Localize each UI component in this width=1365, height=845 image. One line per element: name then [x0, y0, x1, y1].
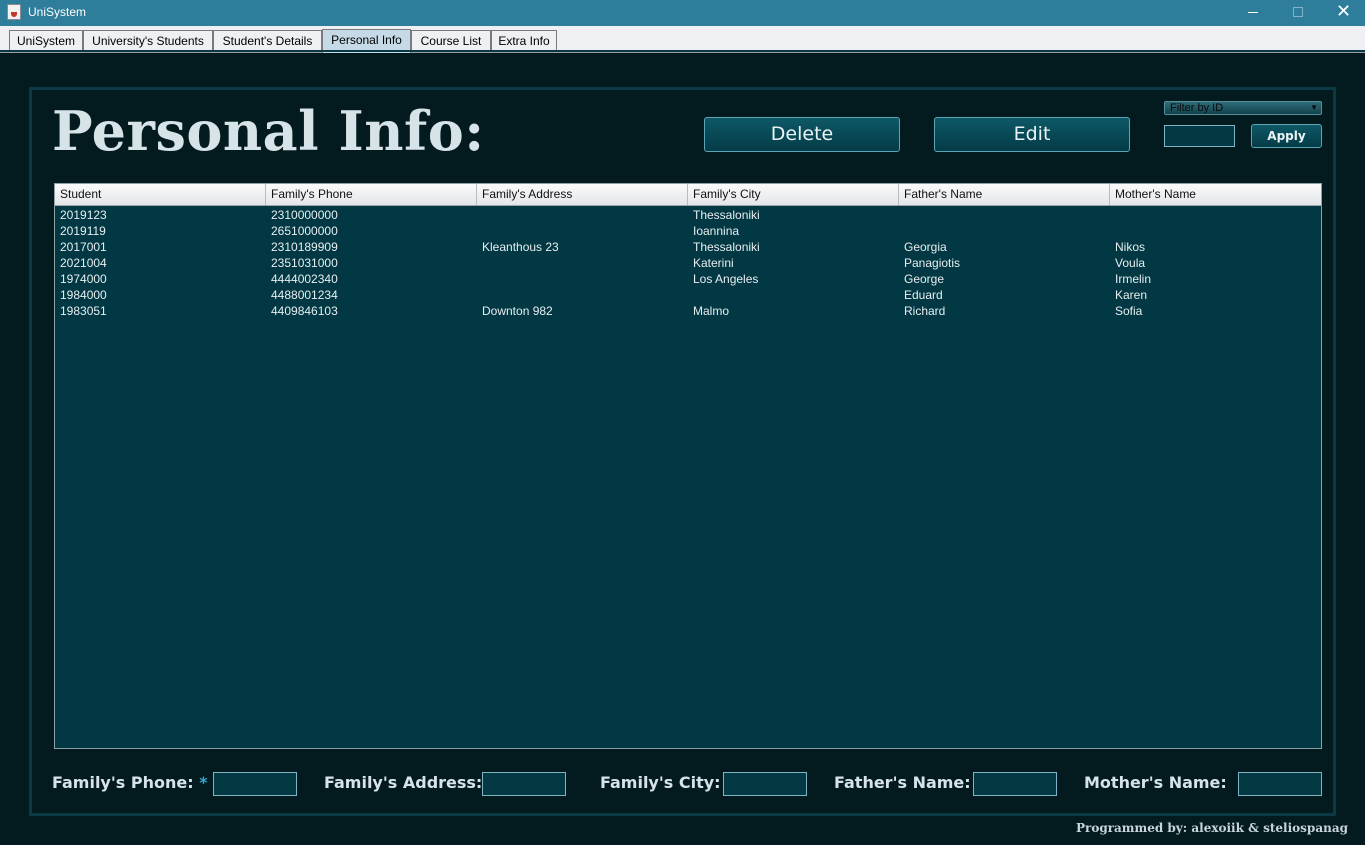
required-mark: *	[199, 773, 208, 792]
family-phone-label-text: Family's Phone:	[52, 773, 194, 792]
edit-button[interactable]: Edit	[934, 117, 1130, 152]
table-cell: Ioannina	[693, 224, 740, 238]
table-cell: Malmo	[693, 304, 730, 318]
chevron-down-icon: ▼	[1310, 103, 1318, 112]
table-row[interactable]: 2017001 2310189909 Kleanthous 23 Thessaloni…	[55, 239, 1321, 255]
tab-unisystem[interactable]: UniSystem	[9, 30, 83, 52]
filter-dropdown-label: Filter by ID	[1170, 102, 1224, 114]
family-city-label: Family's City:	[600, 773, 721, 792]
table-cell: 2310000000	[271, 208, 338, 222]
filter-id-input[interactable]	[1164, 125, 1235, 147]
table-header: Student Family's Phone Family's Address …	[55, 184, 1321, 206]
table-cell: Panagiotis	[904, 256, 961, 270]
table-cell: 2351031000	[271, 256, 338, 270]
personal-info-table[interactable]: Student Family's Phone Family's Address …	[54, 183, 1322, 749]
table-cell: Richard	[904, 304, 946, 318]
table-row[interactable]: 1983051 4409846103 Downton 982 Malmo Richard…	[55, 303, 1321, 319]
table-cell	[1110, 207, 1321, 223]
table-cell: Downton 982	[482, 304, 553, 318]
table-cell	[477, 255, 688, 271]
table-cell	[899, 223, 1110, 239]
table-cell: 1984000	[60, 288, 107, 302]
column-header-family-phone[interactable]: Family's Phone	[266, 184, 477, 205]
table-cell: Los Angeles	[693, 272, 759, 286]
table-row[interactable]: 1974000 4444002340 Los Angeles George Irmeli…	[55, 271, 1321, 287]
mother-name-label: Mother's Name:	[1084, 773, 1227, 792]
table-cell: 2651000000	[271, 224, 338, 238]
tab-strip: UniSystem University's Students Student'…	[0, 26, 1365, 53]
table-cell	[477, 223, 688, 239]
table-row[interactable]: 2019123 2310000000 Thessaloniki	[55, 207, 1321, 223]
family-address-field[interactable]	[482, 772, 566, 796]
table-cell: Kleanthous 23	[482, 240, 559, 254]
table-cell: 4488001234	[271, 288, 338, 302]
column-header-family-address[interactable]: Family's Address	[477, 184, 688, 205]
tab-extra-info[interactable]: Extra Info	[491, 30, 557, 52]
window-title-bar: UniSystem ✕	[0, 0, 1365, 26]
table-cell: 1974000	[60, 272, 107, 286]
family-phone-label: Family's Phone: *	[52, 772, 208, 794]
table-cell: Voula	[1115, 256, 1146, 270]
table-cell: 2019123	[60, 208, 107, 222]
tab-divider	[0, 50, 1365, 52]
close-icon[interactable]: ✕	[1322, 0, 1365, 26]
table-cell: 4444002340	[271, 272, 338, 286]
table-cell: Nikos	[1115, 240, 1146, 254]
page-title: Personal Info:	[52, 99, 485, 163]
minimize-button[interactable]	[1230, 0, 1276, 26]
table-cell	[688, 287, 899, 303]
table-cell	[1110, 223, 1321, 239]
table-cell: Irmelin	[1115, 272, 1152, 286]
table-cell: Sofia	[1115, 304, 1143, 318]
table-cell: Thessaloniki	[693, 240, 760, 254]
delete-button[interactable]: Delete	[704, 117, 900, 152]
java-cup-icon	[7, 4, 21, 20]
table-cell: 1983051	[60, 304, 107, 318]
apply-button[interactable]: Apply	[1251, 124, 1322, 148]
father-name-field[interactable]	[973, 772, 1057, 796]
table-cell: Thessaloniki	[693, 208, 760, 222]
column-header-student[interactable]: Student	[55, 184, 266, 205]
table-cell: Georgia	[904, 240, 947, 254]
column-header-family-city[interactable]: Family's City	[688, 184, 899, 205]
family-city-field[interactable]	[723, 772, 807, 796]
table-cell: Karen	[1115, 288, 1148, 302]
table-cell: Katerini	[693, 256, 734, 270]
column-header-father-name[interactable]: Father's Name	[899, 184, 1110, 205]
table-cell: 2021004	[60, 256, 107, 270]
family-phone-field[interactable]	[213, 772, 297, 796]
tab-university-students[interactable]: University's Students	[83, 30, 213, 52]
table-cell: 2019119	[60, 224, 106, 238]
table-row[interactable]: 2019119 2651000000 Ioannina	[55, 223, 1321, 239]
window-title: UniSystem	[28, 5, 87, 19]
table-cell	[899, 207, 1110, 223]
table-cell	[477, 287, 688, 303]
maximize-button[interactable]	[1276, 0, 1322, 26]
tab-student-details[interactable]: Student's Details	[213, 30, 322, 52]
mother-name-field[interactable]	[1238, 772, 1322, 796]
column-header-mother-name[interactable]: Mother's Name	[1110, 184, 1321, 205]
tab-course-list[interactable]: Course List	[411, 30, 491, 52]
table-cell: 4409846103	[271, 304, 338, 318]
table-cell: 2017001	[60, 240, 107, 254]
table-row[interactable]: 1984000 4488001234 Eduard Karen	[55, 287, 1321, 303]
table-cell	[477, 207, 688, 223]
family-address-label: Family's Address:	[324, 773, 483, 792]
table-cell	[477, 271, 688, 287]
table-cell: George	[904, 272, 945, 286]
table-cell: 2310189909	[271, 240, 338, 254]
table-cell: Eduard	[904, 288, 943, 302]
credits-footer: Programmed by: alexoiik & steliospanag	[1075, 821, 1348, 835]
filter-dropdown[interactable]: Filter by ID ▼	[1164, 101, 1322, 115]
father-name-label: Father's Name:	[834, 773, 971, 792]
table-row[interactable]: 2021004 2351031000 Katerini Panagiotis Voula	[55, 255, 1321, 271]
